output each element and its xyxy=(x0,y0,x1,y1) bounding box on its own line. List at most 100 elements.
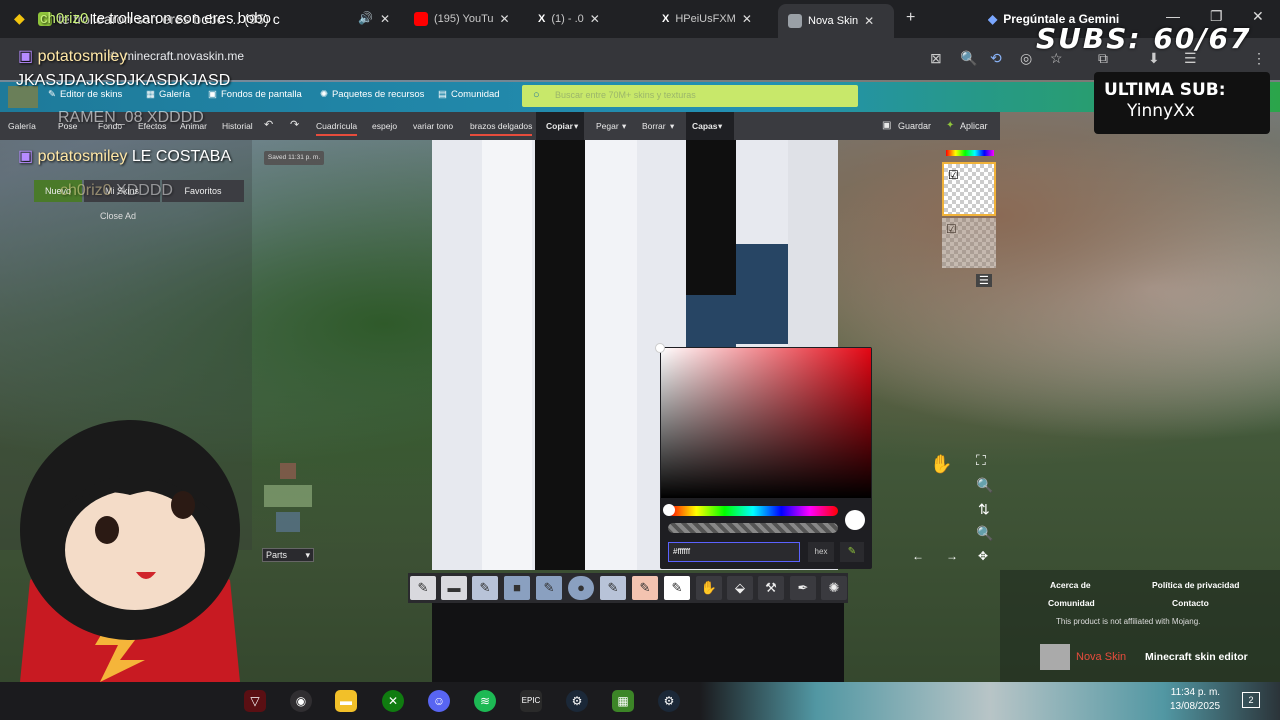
layers-menu[interactable]: Capas xyxy=(692,121,718,131)
close-window-icon[interactable]: ✕ xyxy=(1252,8,1264,25)
checkbox-checked-icon[interactable]: ☑ xyxy=(946,222,957,236)
hue-slider[interactable] xyxy=(668,506,838,516)
nav-skin-editor[interactable]: ✎ Editor de skins xyxy=(48,89,122,100)
alpha-handle[interactable] xyxy=(845,510,865,530)
apply-button[interactable]: Aplicar xyxy=(960,121,988,131)
smudge-tool-icon[interactable]: ✎ xyxy=(600,576,626,600)
discord-icon[interactable]: ☺ xyxy=(428,690,450,712)
new-tab-icon[interactable]: + xyxy=(906,9,915,27)
palette-tool-icon[interactable]: ✺ xyxy=(821,576,847,600)
cursor-hand-icon: ✋ xyxy=(930,454,953,474)
move-icon[interactable]: ✥ xyxy=(978,549,988,563)
footer-community-link[interactable]: Comunidad xyxy=(1048,598,1095,608)
msi-icon[interactable]: ▽ xyxy=(244,690,266,712)
steam-icon[interactable]: ⚙ xyxy=(566,690,588,712)
parts-select[interactable]: Parts ▾ xyxy=(262,548,314,562)
tab-label: HPeiUsFXM xyxy=(675,13,736,25)
zoom-out-icon[interactable]: 🔍 xyxy=(976,525,993,542)
close-icon[interactable]: ✕ xyxy=(500,12,510,26)
tab-x-1[interactable]: X (1) - .0 ✕ xyxy=(538,6,634,32)
clock-date: 13/08/2025 xyxy=(1170,701,1221,712)
hex-mode-button[interactable]: hex xyxy=(808,542,834,562)
arrow-right-icon[interactable]: → xyxy=(946,549,958,563)
sv-handle[interactable] xyxy=(655,343,665,353)
save-button[interactable]: Guardar xyxy=(898,121,931,131)
apply-icon: ✦ xyxy=(946,120,955,131)
eyedropper-icon[interactable]: ✎ xyxy=(840,542,864,562)
hex-input[interactable]: #ffffff xyxy=(668,542,800,562)
noise-tool-icon[interactable]: ✎ xyxy=(536,576,562,600)
bucket-tool-icon[interactable]: ⬙ xyxy=(727,576,753,600)
obs-icon[interactable]: ◉ xyxy=(290,690,312,712)
tab-nova-skin[interactable]: Nova Skin ✕ xyxy=(778,4,894,38)
tab-close-icon[interactable]: ✕ xyxy=(380,6,390,32)
nav-community[interactable]: ▤ Comunidad xyxy=(438,89,500,100)
fullscreen-icon[interactable]: ⛶ xyxy=(976,452,986,469)
eye-off-icon[interactable]: ◎ xyxy=(1020,50,1032,67)
folder-icon[interactable]: ▬ xyxy=(335,690,357,712)
toolbar-history[interactable]: Historial xyxy=(222,121,253,131)
spotify-icon[interactable]: ≋ xyxy=(474,690,496,712)
favorites-tab[interactable]: Favoritos xyxy=(162,180,244,202)
cast-icon[interactable]: ⊠ xyxy=(930,50,942,67)
skin-head-part[interactable] xyxy=(280,463,296,479)
layer-menu-icon[interactable]: ☰ xyxy=(976,274,992,287)
minecraft-icon[interactable]: ▦ xyxy=(612,690,634,712)
alpha-slider[interactable] xyxy=(668,523,838,533)
swap-vertical-icon[interactable]: ⇅ xyxy=(978,501,990,518)
menu-kebab-icon[interactable]: ⋮ xyxy=(1252,50,1266,67)
layer-color-bar xyxy=(946,150,994,156)
close-icon[interactable]: ✕ xyxy=(742,12,752,26)
picker-tool-icon[interactable]: ✒ xyxy=(790,576,816,600)
skin-legs-part[interactable] xyxy=(276,512,300,532)
zoom-in-icon[interactable]: 🔍 xyxy=(976,477,993,494)
skin-body-part[interactable] xyxy=(264,485,312,507)
circle-tool-icon[interactable]: ● xyxy=(568,576,594,600)
vary-tone-toggle[interactable]: variar tono xyxy=(413,121,453,131)
clock[interactable]: 11:34 p. m. 13/08/2025 xyxy=(1170,686,1220,714)
stamp-tool-icon[interactable]: ⚒ xyxy=(758,576,784,600)
paste-menu[interactable]: Pegar xyxy=(596,121,619,131)
close-ad-link[interactable]: Close Ad xyxy=(100,211,136,221)
tab-x-2[interactable]: X HPeiUsFXM ✕ xyxy=(662,6,766,32)
hue-handle[interactable] xyxy=(663,504,675,516)
tab-youtube[interactable]: (195) YouTu ✕ xyxy=(414,6,510,32)
fill-tool-icon[interactable]: ■ xyxy=(504,576,530,600)
eraser-tool-icon[interactable]: ✎ xyxy=(632,576,658,600)
toolbar-gallery[interactable]: Galería xyxy=(8,121,36,131)
redo-icon[interactable]: ↷ xyxy=(290,118,299,131)
gradient-tool-icon[interactable]: ▬ xyxy=(441,576,467,600)
nav-resource-packs[interactable]: ✺ Paquetes de recursos xyxy=(320,89,424,100)
copy-menu[interactable]: Copiar xyxy=(546,121,573,131)
footer-privacy-link[interactable]: Política de privacidad xyxy=(1152,580,1239,590)
translate-icon[interactable]: ⟲ xyxy=(990,50,1002,67)
pencil-tool-icon[interactable]: ✎ xyxy=(410,576,436,600)
close-icon[interactable]: ✕ xyxy=(590,12,600,26)
nav-wallpapers[interactable]: ▣ Fondos de pantalla xyxy=(208,89,302,100)
epic-icon[interactable]: EPIC xyxy=(520,690,542,712)
brush-tool-icon[interactable]: ✎ xyxy=(472,576,498,600)
footer-contact-link[interactable]: Contacto xyxy=(1172,598,1209,608)
notification-badge[interactable]: 2 xyxy=(1242,692,1260,708)
arrow-left-icon[interactable]: ← xyxy=(912,549,924,563)
slim-arms-toggle[interactable]: brazos delgados xyxy=(470,121,533,136)
hand-tool-icon[interactable]: ✋ xyxy=(696,576,722,600)
steam-icon[interactable]: ⚙ xyxy=(658,690,680,712)
layer-thumbnail[interactable]: ☑ xyxy=(942,218,996,268)
speaker-icon[interactable]: 🔊 xyxy=(358,11,373,25)
saturation-value-area[interactable] xyxy=(661,348,871,498)
active-pencil-tool-icon[interactable]: ✎ xyxy=(664,576,690,600)
close-icon[interactable]: ✕ xyxy=(864,14,874,28)
undo-icon[interactable]: ↶ xyxy=(264,118,273,131)
zoom-icon[interactable]: 🔍 xyxy=(960,50,977,67)
layer-thumbnail-active[interactable]: ☑ xyxy=(942,162,996,216)
grid-toggle[interactable]: Cuadrícula xyxy=(316,121,358,136)
footer-about-link[interactable]: Acerca de xyxy=(1050,580,1091,590)
xbox-icon[interactable]: ✕ xyxy=(382,690,404,712)
checkbox-checked-icon[interactable]: ☑ xyxy=(948,168,959,182)
url-field[interactable]: minecraft.novaskin.me xyxy=(124,49,244,63)
clear-menu[interactable]: Borrar xyxy=(642,121,666,131)
chat-text: RAMEN_08 XDDDD xyxy=(58,109,204,126)
mirror-toggle[interactable]: espejo xyxy=(372,121,397,131)
nav-gallery[interactable]: ▦ Galería xyxy=(146,89,190,100)
